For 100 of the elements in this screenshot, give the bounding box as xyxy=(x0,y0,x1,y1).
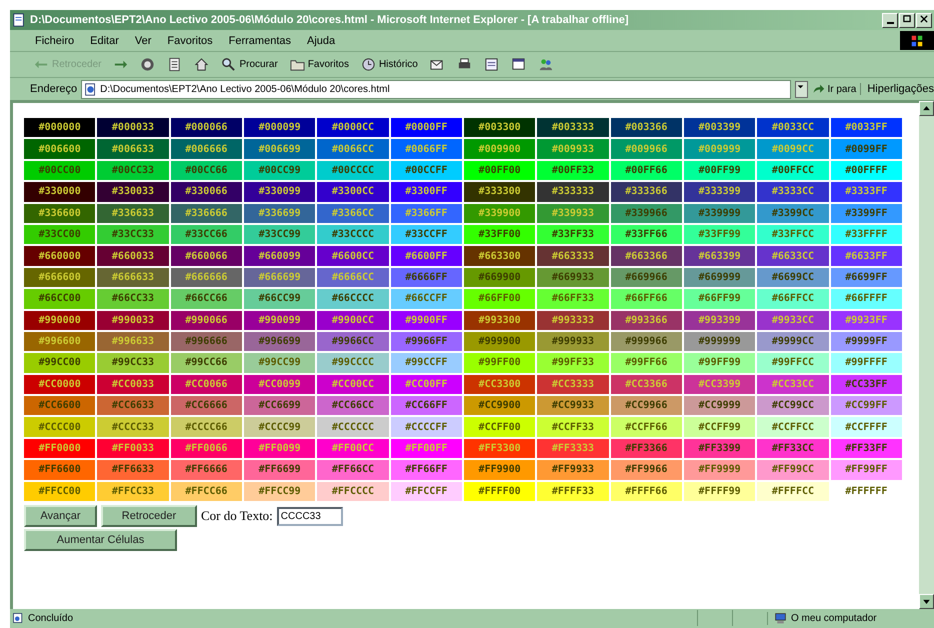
color-cell: #9933CC xyxy=(757,310,829,330)
color-cell: #CCCC33 xyxy=(97,417,169,437)
color-cell: #99CC33 xyxy=(97,353,169,373)
menu-item[interactable]: Favoritos xyxy=(164,34,216,48)
color-cell: #999999 xyxy=(684,332,756,352)
color-cell: #666600 xyxy=(24,268,96,288)
color-cell: #0099FF xyxy=(830,139,902,159)
address-field[interactable]: D:\Documentos\EPT2\Ano Lectivo 2005-06\Módulo 20\cores.html xyxy=(81,80,792,98)
color-cell: #FF6633 xyxy=(97,460,169,480)
links-button[interactable]: Hiperligações xyxy=(860,83,934,95)
search-icon xyxy=(221,57,236,72)
go-button[interactable]: Ir para xyxy=(812,82,856,96)
color-cell: #669933 xyxy=(537,268,609,288)
close-button[interactable] xyxy=(916,12,932,28)
menu-item[interactable]: Ficheiro xyxy=(32,34,78,48)
color-cell: #00FF00 xyxy=(464,160,536,180)
color-cell: #FF9933 xyxy=(537,460,609,480)
clock-button[interactable]: Histórico xyxy=(358,56,420,73)
color-cell: #FFCC33 xyxy=(97,482,169,502)
color-cell: #99CC99 xyxy=(244,353,316,373)
color-cell: #3300FF xyxy=(390,182,462,202)
color-cell: #FFFF00 xyxy=(464,482,536,502)
folder-button[interactable]: Favoritos xyxy=(288,56,351,73)
color-cell: #00CC33 xyxy=(97,160,169,180)
color-cell: #CC0033 xyxy=(97,374,169,394)
color-cell: #33CC99 xyxy=(244,224,316,244)
color-cell: #666699 xyxy=(244,268,316,288)
status-text: Concluído xyxy=(28,612,74,624)
text-color-field[interactable]: CCCC33 xyxy=(276,506,343,526)
color-cell: #CC0099 xyxy=(244,374,316,394)
color-cell: #9999FF xyxy=(830,332,902,352)
color-cell: #33CCFF xyxy=(390,224,462,244)
back-button[interactable]: Retroceder xyxy=(101,505,197,528)
color-cell: #CC3333 xyxy=(537,374,609,394)
color-cell: #999933 xyxy=(537,332,609,352)
color-cell: #333366 xyxy=(610,182,682,202)
color-cell: #FF3399 xyxy=(684,438,756,458)
color-cell: #009966 xyxy=(610,139,682,159)
color-cell: #33CCCC xyxy=(317,224,389,244)
grow-cells-button[interactable]: Aumentar Células xyxy=(24,529,177,552)
color-cell: #003333 xyxy=(537,118,609,138)
color-cell: #333300 xyxy=(464,182,536,202)
color-cell: #FF0099 xyxy=(244,438,316,458)
menu-item[interactable]: Ajuda xyxy=(304,34,338,48)
forward-button[interactable]: Avançar xyxy=(24,505,97,528)
color-cell: #CCFF99 xyxy=(684,417,756,437)
color-cell: #00CCFF xyxy=(390,160,462,180)
color-cell: #FFCCCC xyxy=(317,482,389,502)
menu-item[interactable]: Ferramentas xyxy=(226,34,294,48)
menu-item[interactable]: Ver xyxy=(132,34,154,48)
color-cell: #FF0000 xyxy=(24,438,96,458)
dropdown-button[interactable] xyxy=(795,80,808,98)
search-button[interactable]: Procurar xyxy=(219,56,280,73)
color-cell: #00FF66 xyxy=(610,160,682,180)
stop-icon xyxy=(140,57,156,72)
color-cell: #CCFF00 xyxy=(464,417,536,437)
color-cell: #3300CC xyxy=(317,182,389,202)
color-cell: #333399 xyxy=(684,182,756,202)
color-cell: #66FF66 xyxy=(610,289,682,309)
color-cell: #99CC00 xyxy=(24,353,96,373)
color-cell: #CC6600 xyxy=(24,396,96,416)
color-cell: #663399 xyxy=(684,246,756,266)
color-cell: #33CC00 xyxy=(24,224,96,244)
color-cell: #CC33FF xyxy=(830,374,902,394)
scrollbar[interactable] xyxy=(919,101,934,609)
color-cell: #00FFCC xyxy=(757,160,829,180)
color-cell: #FF9966 xyxy=(610,460,682,480)
color-cell: #33CC33 xyxy=(97,224,169,244)
color-cell: #000000 xyxy=(24,118,96,138)
color-cell: #FF6666 xyxy=(170,460,242,480)
color-cell: #00FF33 xyxy=(537,160,609,180)
color-cell: #CC99CC xyxy=(757,396,829,416)
maximize-button[interactable] xyxy=(899,12,915,28)
color-cell: #99FF99 xyxy=(684,353,756,373)
color-cell: #66FF33 xyxy=(537,289,609,309)
color-cell: #330033 xyxy=(97,182,169,202)
color-cell: #99FF33 xyxy=(537,353,609,373)
color-cell: #FF0066 xyxy=(170,438,242,458)
color-cell: #FF66CC xyxy=(317,460,389,480)
color-cell: #6699FF xyxy=(830,268,902,288)
color-cell: #9966CC xyxy=(317,332,389,352)
color-cell: #9933FF xyxy=(830,310,902,330)
color-cell: #99CCFF xyxy=(390,353,462,373)
color-cell: #FF3333 xyxy=(537,438,609,458)
color-cell: #009900 xyxy=(464,139,536,159)
color-cell: #336633 xyxy=(97,204,169,223)
color-cell: #CC33CC xyxy=(757,374,829,394)
color-cell: #666666 xyxy=(170,268,242,288)
color-cell: #00FF99 xyxy=(684,160,756,180)
color-cell: #CCCC66 xyxy=(170,417,242,437)
color-cell: #6600FF xyxy=(390,246,462,266)
color-cell: #CCFF33 xyxy=(537,417,609,437)
color-cell: #006699 xyxy=(244,139,316,159)
document-icon xyxy=(484,57,499,72)
color-cell: #003300 xyxy=(464,118,536,138)
house-icon xyxy=(194,57,210,72)
menu-item[interactable]: Editar xyxy=(87,34,122,48)
color-cell: #6633FF xyxy=(830,246,902,266)
minimize-button[interactable] xyxy=(882,12,898,28)
color-cell: #FF3300 xyxy=(464,438,536,458)
